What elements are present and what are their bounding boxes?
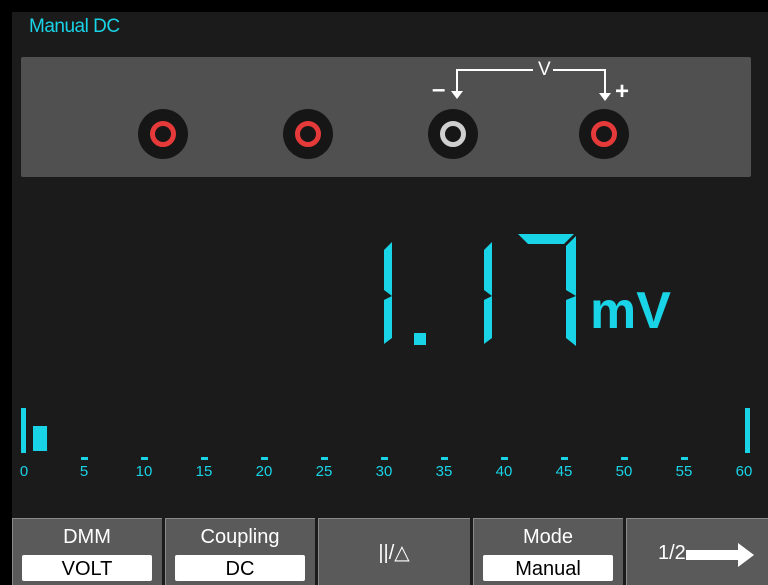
- scale-tick: [381, 457, 388, 460]
- scale-label: 40: [495, 463, 513, 480]
- scale-label: 15: [195, 463, 213, 480]
- bar-graph-scale: [21, 408, 750, 460]
- scale-tick: [321, 457, 328, 460]
- scale-label: 60: [735, 463, 753, 480]
- scale-label: 0: [19, 463, 29, 480]
- coupling-value: DC: [175, 555, 305, 581]
- scale-label: 35: [435, 463, 453, 480]
- coupling-title: Coupling: [200, 526, 280, 548]
- scale-end-marker: [745, 408, 750, 453]
- scale-tick: [681, 457, 688, 460]
- next-page-softkey[interactable]: 1/2: [626, 518, 768, 585]
- scale-tick: [201, 457, 208, 460]
- arrow-right-icon: [686, 543, 754, 567]
- mode-title: Mode: [522, 526, 574, 548]
- mode-value: Manual: [483, 555, 613, 581]
- scale-label: 5: [79, 463, 89, 480]
- scale-tick: [81, 457, 88, 460]
- dmm-title: DMM: [63, 526, 111, 548]
- dmm-value: VOLT: [22, 555, 152, 581]
- scale-tick: [561, 457, 568, 460]
- coupling-softkey[interactable]: Coupling DC: [165, 518, 315, 585]
- scale-label: 25: [315, 463, 333, 480]
- scale-label: 50: [615, 463, 633, 480]
- scale-label: 10: [135, 463, 153, 480]
- scale-tick: [141, 457, 148, 460]
- mode-softkey[interactable]: Mode Manual: [473, 518, 623, 585]
- dmm-softkey[interactable]: DMM VOLT: [12, 518, 162, 585]
- softkey-bar: DMM VOLT Coupling DC ||/△ Mode Manual 1/…: [12, 518, 768, 585]
- scale-label: 20: [255, 463, 273, 480]
- scale-tick: [501, 457, 508, 460]
- scale-tick: [441, 457, 448, 460]
- scale-tick: [621, 457, 628, 460]
- scale-tick: [261, 457, 268, 460]
- relative-symbol: ||/△: [378, 542, 410, 564]
- scale-start-marker: [21, 408, 26, 453]
- page-indicator: 1/2: [658, 542, 686, 564]
- scale-label: 55: [675, 463, 693, 480]
- relative-softkey[interactable]: ||/△: [318, 518, 470, 585]
- scale-level-bar: [33, 426, 48, 451]
- scale-label: 45: [555, 463, 573, 480]
- scale-label: 30: [375, 463, 393, 480]
